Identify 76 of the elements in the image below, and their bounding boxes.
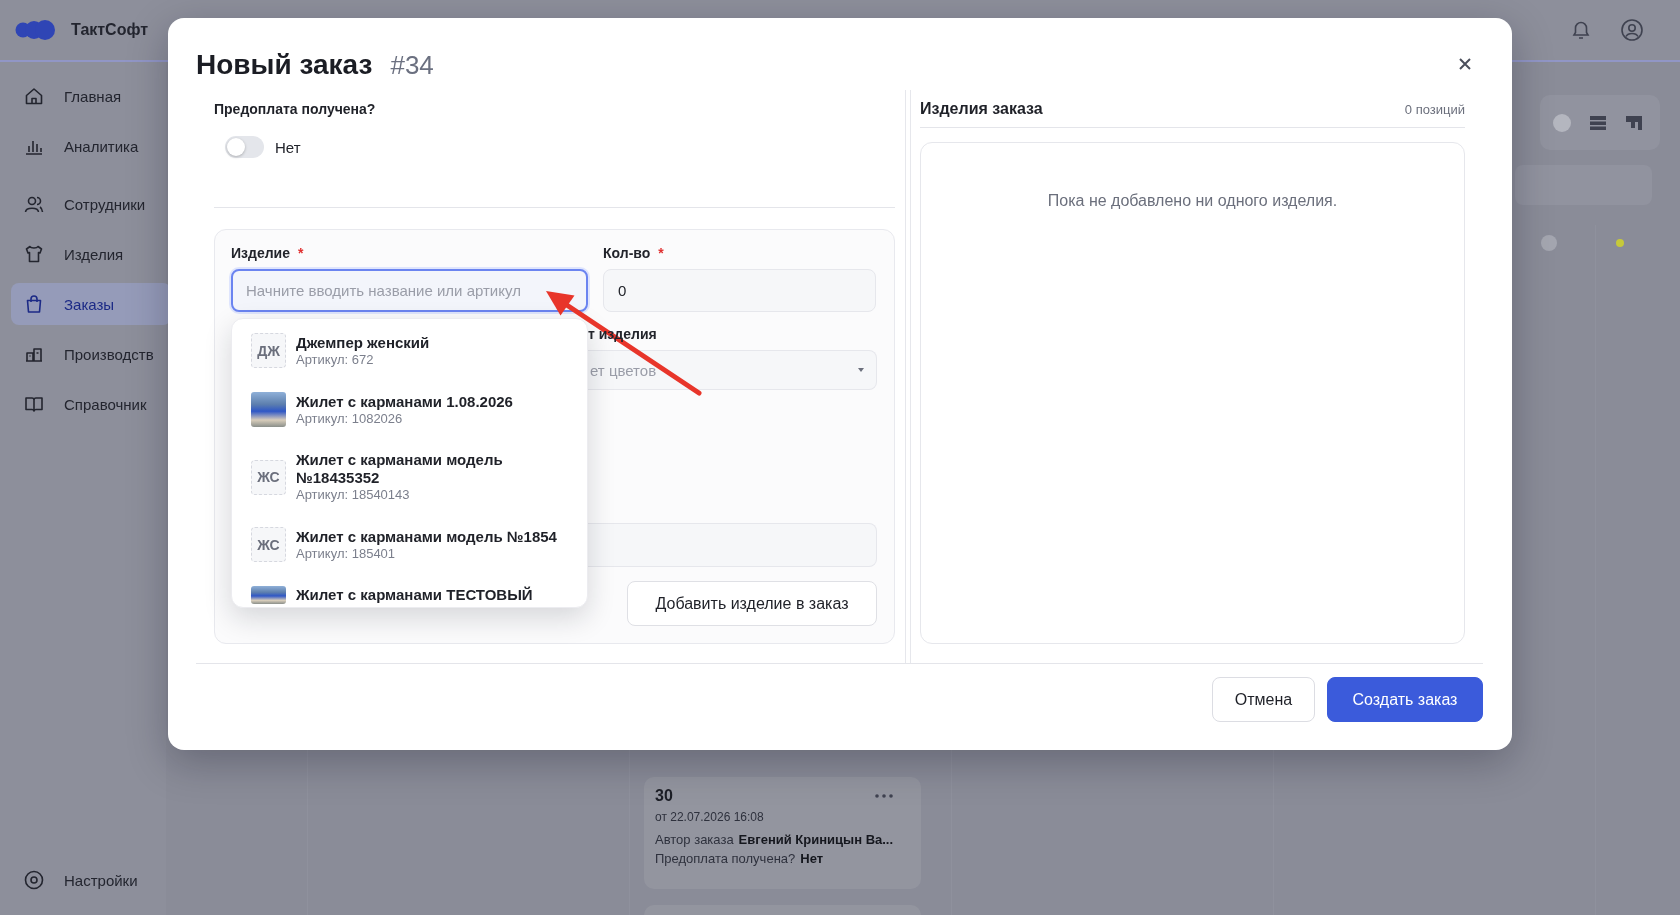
field-label: Предоплата получена?: [214, 100, 377, 118]
circle-icon: [1541, 234, 1557, 251]
app-name: ТактСофт: [71, 21, 149, 39]
required-asterisk: *: [298, 245, 304, 261]
prepayment-label: Предоплата получена?: [655, 851, 796, 866]
product-name: Жилет с карманами модель №1854: [296, 527, 557, 546]
sidebar-item-label: Изделия: [64, 245, 124, 263]
toggle-label: Нет: [275, 138, 301, 156]
search-field[interactable]: [1515, 165, 1652, 205]
initials-avatar: ЖС: [251, 527, 286, 562]
sidebar-item-label: Настройки: [64, 871, 138, 889]
field-label: Кол-во: [603, 245, 651, 261]
suggestion-option[interactable]: Жилет с карманами ТЕСТОВЫЙ: [232, 574, 587, 607]
dialog-title: Новый заказ: [196, 48, 373, 82]
cancel-button[interactable]: Отмена: [1212, 677, 1315, 722]
sidebar-item[interactable]: Сотрудники: [11, 183, 171, 225]
bell-icon[interactable]: [1570, 19, 1592, 41]
more-icon[interactable]: [875, 794, 893, 798]
logo-icon: [15, 17, 55, 43]
sidebar-item-label: Производств: [64, 345, 154, 363]
order-number: 30: [655, 787, 673, 805]
input-field[interactable]: [588, 523, 877, 567]
sidebar-item[interactable]: Справочник: [11, 383, 171, 425]
caret-icon: [858, 368, 864, 372]
sidebar-item-label: Сотрудники: [64, 195, 146, 213]
product-name: Жилет с карманами ТЕСТОВЫЙ: [296, 586, 533, 604]
order-card[interactable]: 30 от 22.07.2026 16:08 Автор заказа Евгений Криницын Ва... Предоплата получена? Нет: [644, 777, 921, 889]
user-icon[interactable]: [1621, 19, 1643, 41]
suggestion-option[interactable]: ЖС Жилет с карманами модель №1854 Артикул: 185401: [232, 515, 587, 574]
product-name: Жилет с карманами модель №18435352: [296, 451, 504, 487]
order-date: от 22.07.2026 16:08: [655, 810, 765, 824]
author-label: Автор заказа: [655, 832, 734, 847]
sidebar-item-label: Главная: [64, 87, 122, 105]
sidebar-item[interactable]: Изделия: [11, 233, 171, 275]
sidebar-item-label: Аналитика: [64, 137, 139, 155]
product-name: Жилет с карманами 1.08.2026: [296, 392, 513, 411]
required-asterisk: *: [658, 245, 664, 261]
suggestion-option[interactable]: Жилет с карманами 1.08.2026 Артикул: 1082026: [232, 380, 587, 439]
sidebar-item[interactable]: Главная: [11, 75, 171, 117]
sidebar-item[interactable]: Настройки: [11, 859, 171, 901]
prepayment-value: Нет: [800, 851, 824, 866]
suggestion-option[interactable]: ЖС Жилет с карманами модель №18435352 Артикул: 18540143: [232, 439, 587, 515]
article-number: Артикул: 1082026: [296, 410, 404, 427]
shirt-icon: [24, 244, 44, 264]
sidebar-item-label: Заказы: [64, 295, 115, 313]
initials-avatar: ЖС: [251, 459, 286, 495]
sidebar-item[interactable]: Производств: [11, 333, 171, 375]
sidebar-item[interactable]: Аналитика: [11, 125, 171, 167]
status-dot-icon: [1616, 238, 1624, 247]
item-count: 0 позиций: [1404, 102, 1465, 117]
suggestion-option[interactable]: ДЖ Джемпер женский Артикул: 672: [232, 321, 587, 380]
photo-placeholder: [251, 586, 286, 604]
toggle-switch[interactable]: [225, 136, 264, 158]
article-number: Артикул: 18540143: [296, 487, 411, 503]
bag-icon: [24, 294, 44, 314]
users-icon: [24, 194, 44, 214]
settings-icon: [24, 870, 44, 890]
initials-avatar: ДЖ: [251, 333, 286, 368]
section-title: Изделия заказа: [920, 99, 1043, 119]
order-number: #34: [390, 49, 434, 82]
add-item-button[interactable]: Добавить изделие в заказ: [627, 581, 877, 626]
sidebar-item[interactable]: Заказы: [11, 283, 171, 325]
article-number: Артикул: 185401: [296, 545, 397, 562]
empty-message: Пока не добавлено ни одного изделия.: [1047, 191, 1338, 211]
author-name: Евгений Криницын Ва...: [738, 832, 894, 847]
sidebar-item-label: Справочник: [64, 395, 147, 413]
product-name: Джемпер женский: [296, 333, 430, 352]
product-search-field[interactable]: Начните вводить название или артикул: [231, 269, 588, 312]
create-order-button[interactable]: Создать заказ: [1327, 677, 1483, 722]
home-icon: [24, 86, 44, 106]
quantity-field[interactable]: 0: [603, 269, 876, 312]
article-number: Артикул: 672: [296, 351, 375, 368]
photo-placeholder: [251, 392, 286, 427]
field-label: Изделие: [231, 245, 290, 261]
book-icon: [24, 394, 44, 414]
close-icon: [1459, 58, 1471, 70]
